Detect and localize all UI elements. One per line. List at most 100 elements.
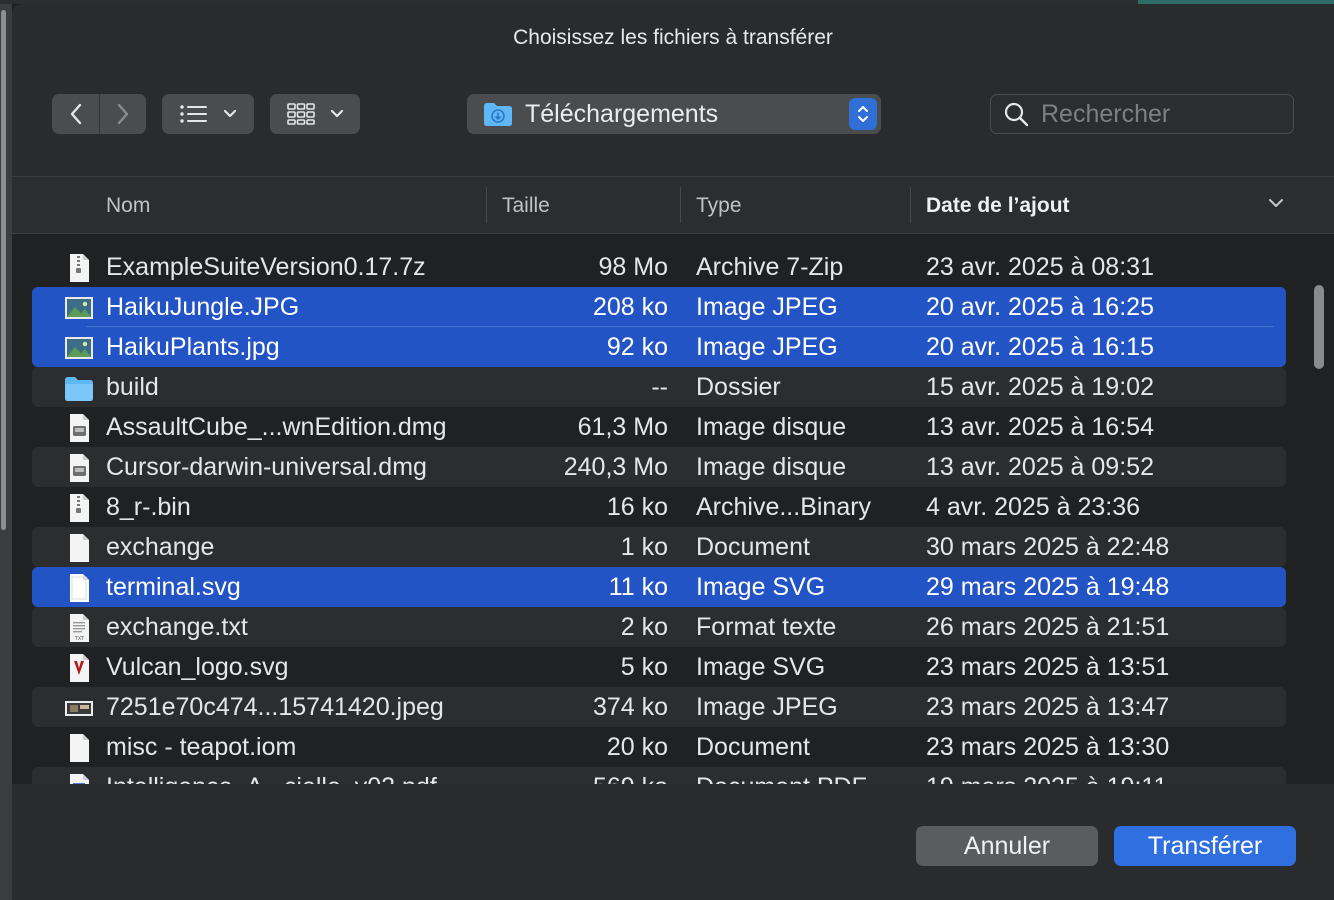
file-name: HaikuPlants.jpg — [106, 333, 280, 361]
background-scrollbar — [1, 10, 6, 530]
file-type: Image SVG — [696, 653, 826, 681]
table-row[interactable]: HaikuPlants.jpg 92 ko Image JPEG 20 avr. 20… — [32, 327, 1286, 367]
svg-text:TXT: TXT — [74, 636, 85, 642]
file-date-added: 26 mars 2025 à 21:51 — [926, 613, 1170, 641]
file-list: ExampleSuiteVersion0.17.7z 98 Mo Archive 7… — [12, 176, 1334, 784]
table-row[interactable]: AssaultCube_...wnEdition.dmg 61,3 Mo Image… — [32, 407, 1286, 447]
grid-view-icon — [287, 103, 315, 125]
file-name: 7251e70c474...15741420.jpeg — [106, 693, 444, 721]
table-row[interactable]: build -- Dossier 15 avr. 2025 à 19:02 — [32, 367, 1286, 407]
file-type: Archive...Binary — [696, 493, 872, 521]
file-date-added: 4 avr. 2025 à 23:36 — [926, 493, 1141, 521]
location-label: Téléchargements — [525, 99, 719, 128]
file-date-added: 23 mars 2025 à 13:51 — [926, 653, 1170, 681]
cancel-button[interactable]: Annuler — [916, 826, 1098, 866]
table-row[interactable]: Vulcan_logo.svg 5 ko Image SVG 23 mars 2025… — [32, 647, 1286, 687]
file-type: Format texte — [696, 613, 837, 641]
image-file-icon — [64, 333, 94, 363]
file-type: Document — [696, 733, 810, 761]
file-name: exchange — [106, 533, 215, 561]
document-icon — [64, 533, 94, 563]
table-row[interactable]: ExampleSuiteVersion0.17.7z 98 Mo Archive 7… — [32, 247, 1286, 287]
background-window-edge — [0, 0, 12, 900]
file-name: Vulcan_logo.svg — [106, 653, 289, 681]
back-button[interactable] — [52, 94, 99, 134]
file-size: 11 ko — [608, 573, 668, 601]
file-type: Document PDF — [696, 767, 916, 784]
file-date-added: 23 avr. 2025 à 08:31 — [926, 253, 1154, 281]
file-name: AssaultCube_...wnEdition.dmg — [106, 413, 447, 441]
search-field[interactable] — [990, 94, 1294, 134]
chevron-left-icon — [70, 103, 81, 125]
vertical-scrollbar[interactable] — [1314, 285, 1324, 369]
transfer-button[interactable]: Transférer — [1114, 826, 1296, 866]
disk-image-icon — [64, 453, 94, 483]
file-date-added: 20 avr. 2025 à 16:25 — [926, 293, 1154, 321]
svg-logo-file-icon — [64, 653, 94, 683]
list-view-icon — [180, 105, 207, 123]
folder-icon — [64, 373, 94, 403]
table-row[interactable]: HaikuJungle.JPG 208 ko Image JPEG 20 avr. 2… — [32, 287, 1286, 327]
file-date-added: 13 avr. 2025 à 09:52 — [926, 453, 1154, 481]
column-header: Nom Taille Type Date de l’ajout — [12, 177, 1334, 234]
location-popup[interactable]: Téléchargements — [467, 94, 881, 134]
file-type: Image disque — [696, 453, 847, 481]
table-row[interactable]: terminal.svg 11 ko Image SVG 29 mars 2025 à… — [32, 567, 1286, 607]
file-size: 5 ko — [620, 653, 668, 681]
table-row[interactable]: exchange 1 ko Document 30 mars 2025 à 22:48 — [32, 527, 1286, 567]
file-name: HaikuJungle.JPG — [106, 293, 300, 321]
table-row[interactable]: Cursor-darwin-universal.dmg 240,3 Mo Image… — [32, 447, 1286, 487]
file-size: 569 ko — [486, 767, 668, 784]
file-type: Image JPEG — [696, 333, 838, 361]
file-date-added: 20 avr. 2025 à 16:15 — [926, 333, 1154, 361]
file-size: 92 ko — [606, 333, 668, 361]
forward-button[interactable] — [99, 94, 146, 134]
file-size: 208 ko — [592, 293, 668, 321]
list-view-button[interactable] — [162, 94, 254, 134]
archive-file-icon — [64, 493, 94, 523]
column-separator — [680, 187, 681, 223]
file-date-added: 30 mars 2025 à 22:48 — [926, 533, 1170, 561]
table-row[interactable]: Intelligence_A...cielle_v02.pdf569 ko Doc… — [32, 767, 1286, 784]
table-row[interactable]: TXT exchange.txt 2 ko Format texte 26 mars 2… — [32, 607, 1286, 647]
file-size: 16 ko — [606, 493, 668, 521]
column-size[interactable]: Taille — [502, 177, 682, 234]
group-view-button[interactable] — [270, 94, 360, 134]
chevron-right-icon — [117, 103, 129, 125]
search-input[interactable] — [1041, 99, 1271, 129]
disk-image-icon — [64, 413, 94, 443]
file-type: Image JPEG — [696, 293, 838, 321]
file-date-added: 23 mars 2025 à 13:30 — [926, 733, 1170, 761]
navigation-buttons — [52, 94, 146, 134]
file-type: Dossier — [696, 373, 781, 401]
file-size: 98 Mo — [598, 253, 668, 281]
file-type: Document — [696, 533, 810, 561]
file-size: 1 ko — [620, 533, 668, 561]
sort-chevron-down-icon[interactable] — [1268, 197, 1284, 209]
photo-file-icon — [64, 693, 94, 723]
file-type: Image JPEG — [696, 693, 838, 721]
file-date-added: 23 mars 2025 à 13:47 — [926, 693, 1170, 721]
column-separator — [486, 187, 487, 223]
file-size: 374 ko — [592, 693, 668, 721]
file-date-added: 29 mars 2025 à 19:48 — [926, 573, 1170, 601]
table-row[interactable]: 8_r-.bin 16 ko Archive...Binary 4 avr. 2025… — [32, 487, 1286, 527]
downloads-folder-icon — [484, 103, 512, 126]
file-type: Archive 7-Zip — [696, 253, 844, 281]
file-name: exchange.txt — [106, 613, 248, 641]
table-row[interactable]: 7251e70c474...15741420.jpeg 374 ko Image J… — [32, 687, 1286, 727]
location-stepper[interactable] — [849, 98, 877, 130]
file-name: ExampleSuiteVersion0.17.7z — [106, 253, 426, 281]
column-type[interactable]: Type — [696, 177, 906, 234]
dialog-title: Choisissez les fichiers à transférer — [513, 26, 833, 49]
archive-file-icon — [64, 253, 94, 283]
file-name: terminal.svg — [106, 573, 241, 601]
column-separator — [910, 187, 911, 223]
chevron-down-icon — [330, 109, 344, 118]
file-name: Cursor-darwin-universal.dmg — [106, 453, 427, 481]
file-size: 20 ko — [606, 733, 668, 761]
column-date-added[interactable]: Date de l’ajout — [926, 177, 1256, 234]
table-row[interactable]: misc - teapot.iom 20 ko Document 23 mars 20… — [32, 727, 1286, 767]
file-size: 240,3 Mo — [563, 453, 668, 481]
column-name[interactable]: Nom — [106, 177, 486, 234]
